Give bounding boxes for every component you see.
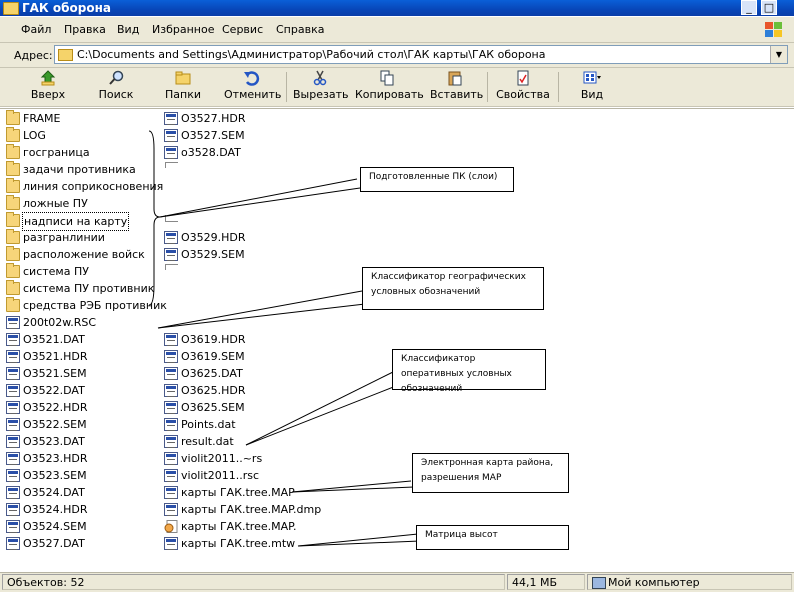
computer-icon bbox=[592, 577, 606, 589]
address-label: Адрес: bbox=[14, 49, 53, 62]
menu-file[interactable]: Файл bbox=[21, 23, 51, 36]
minimize-button[interactable]: _ bbox=[741, 0, 757, 15]
menu-help[interactable]: Справка bbox=[276, 23, 324, 36]
callout-map: Электронная карта района, разрешения MAP bbox=[412, 453, 569, 493]
undo-button[interactable]: Отменить bbox=[224, 70, 281, 101]
menu-favorites[interactable]: Избранное bbox=[152, 23, 214, 36]
scissors-icon bbox=[313, 70, 327, 86]
paste-button[interactable]: Вставить bbox=[430, 70, 483, 101]
undo-icon bbox=[244, 71, 260, 86]
copy-button[interactable]: Копировать bbox=[355, 70, 424, 101]
search-button[interactable]: Поиск bbox=[96, 70, 136, 101]
folder-icon bbox=[3, 2, 19, 15]
folder-icon bbox=[58, 49, 73, 61]
copy-icon bbox=[380, 70, 394, 86]
folders-icon bbox=[175, 71, 191, 85]
maximize-button[interactable]: □ bbox=[761, 0, 777, 15]
callout-oper-classifier: Классификатор оперативных условных обозн… bbox=[392, 349, 546, 394]
status-objects: Объектов: 52 bbox=[2, 574, 505, 590]
callout-geo-classifier: Классификатор географических условных об… bbox=[362, 267, 544, 310]
callout-matrix: Матрица высот bbox=[416, 525, 569, 550]
search-icon bbox=[109, 70, 124, 85]
menu-edit[interactable]: Правка bbox=[64, 23, 106, 36]
properties-button[interactable]: Свойства bbox=[496, 70, 550, 101]
view-button[interactable]: Вид bbox=[574, 70, 610, 101]
title-bar[interactable]: ГАК оборона _ □ bbox=[0, 0, 794, 16]
menu-bar: Файл Правка Вид Избранное Сервис Справка bbox=[0, 17, 794, 43]
window-title: ГАК оборона bbox=[22, 1, 112, 15]
callout-layers: Подготовленные ПК (слои) bbox=[360, 167, 514, 192]
up-button[interactable]: Вверх bbox=[28, 70, 68, 101]
address-value: C:\Documents and Settings\Администратор\… bbox=[77, 48, 546, 61]
file-list[interactable]: FRAME LOG госграница задачи противника л… bbox=[0, 108, 794, 573]
status-location: Мой компьютер bbox=[587, 574, 792, 590]
folders-button[interactable]: Папки bbox=[163, 70, 203, 101]
cut-button[interactable]: Вырезать bbox=[293, 70, 348, 101]
address-bar: Адрес: C:\Documents and Settings\Админис… bbox=[0, 43, 794, 68]
status-bar: Объектов: 52 44,1 МБ Мой компьютер bbox=[0, 572, 794, 592]
status-size: 44,1 МБ bbox=[507, 574, 585, 590]
up-arrow-icon bbox=[40, 70, 56, 86]
view-grid-icon bbox=[583, 71, 601, 84]
address-input[interactable]: C:\Documents and Settings\Администратор\… bbox=[54, 45, 788, 64]
menu-tools[interactable]: Сервис bbox=[222, 23, 263, 36]
paste-icon bbox=[448, 71, 462, 86]
properties-icon bbox=[517, 70, 529, 86]
windows-logo-icon bbox=[765, 22, 782, 37]
toolbar: Вверх Поиск Папки Отменить Вырезать Копи… bbox=[0, 68, 794, 107]
menu-view[interactable]: Вид bbox=[117, 23, 139, 36]
address-dropdown-button[interactable]: ▼ bbox=[770, 46, 787, 63]
